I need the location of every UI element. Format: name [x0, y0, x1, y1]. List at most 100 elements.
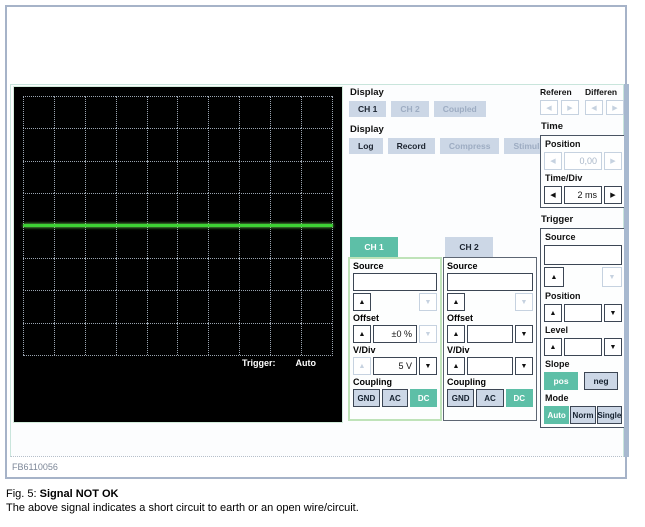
- time-group-label: Time: [541, 121, 564, 132]
- record-button[interactable]: Record: [387, 138, 435, 154]
- down-arrow-icon: ▼: [424, 330, 432, 338]
- scope-trace-flat-line: [23, 224, 333, 227]
- difference-next-button[interactable]: ▶: [606, 100, 624, 115]
- compress-button[interactable]: Compress: [439, 138, 500, 154]
- fig-number: Fig. 5:: [6, 488, 37, 500]
- ch1-vdiv-down-button[interactable]: ▼: [419, 357, 437, 375]
- caption-description: The above signal indicates a short circu…: [6, 502, 359, 514]
- window-scrollbar-edge[interactable]: [624, 84, 629, 457]
- trigger-position-down-button[interactable]: ▼: [604, 304, 622, 322]
- ch1-vdiv-up-button[interactable]: ▲: [353, 357, 371, 375]
- ch1-offset-value[interactable]: ±0 %: [373, 325, 417, 343]
- display-coupled-button[interactable]: Coupled: [433, 101, 486, 117]
- figure-caption: Fig. 5: Signal NOT OK The above signal i…: [6, 487, 359, 515]
- slope-neg-button[interactable]: neg: [584, 372, 618, 390]
- display-ch2-button[interactable]: CH 2: [391, 101, 429, 117]
- ch1-source-up-button[interactable]: ▲: [353, 293, 371, 311]
- left-arrow-icon: ◀: [546, 104, 552, 112]
- ch1-coupling-gnd-button[interactable]: GND: [353, 389, 380, 407]
- trigger-groupbox: Source ▲ ▼ Position ▲ ▼ Level ▲ ▼ Slope …: [540, 228, 626, 428]
- display-controls: Display CH 1 CH 2 Coupled Display Log Re…: [349, 87, 551, 154]
- trigger-position-label: Position: [545, 291, 581, 301]
- ch1-offset-up-button[interactable]: ▲: [353, 325, 371, 343]
- ch2-coupling-gnd-button[interactable]: GND: [447, 389, 475, 407]
- ch2-source-down-button[interactable]: ▼: [515, 293, 533, 311]
- trigger-source-down-button[interactable]: ▼: [602, 267, 622, 287]
- trigger-status-value: Auto: [295, 358, 317, 368]
- ch2-offset-value[interactable]: [467, 325, 513, 343]
- time-div-left-button[interactable]: ◀: [544, 186, 562, 204]
- display-modes-label: Display: [350, 124, 384, 135]
- ch1-offset-down-button[interactable]: ▼: [419, 325, 437, 343]
- right-arrow-icon: ▶: [612, 104, 618, 112]
- up-arrow-icon: ▲: [358, 330, 366, 338]
- ch1-vdiv-label: V/Div: [353, 345, 376, 355]
- ch1-source-input[interactable]: [353, 273, 437, 291]
- trigger-source-up-button[interactable]: ▲: [544, 267, 564, 287]
- ch2-panel-body: Source ▲ ▼ Offset ▲ ▼ V/Div ▲ ▼ Coupling…: [443, 257, 537, 421]
- right-arrow-icon: ▶: [567, 104, 573, 112]
- down-arrow-icon: ▼: [609, 309, 617, 317]
- tab-ch1[interactable]: CH 1: [350, 237, 398, 257]
- time-div-right-button[interactable]: ▶: [604, 186, 622, 204]
- app-window: Trigger: Auto Display CH 1 CH 2 Coupled …: [10, 84, 626, 457]
- slope-pos-button[interactable]: pos: [544, 372, 578, 390]
- mode-auto-button[interactable]: Auto: [544, 406, 570, 424]
- channel-2-panel: CH 2 Source ▲ ▼ Offset ▲ ▼ V/Div ▲ ▼ Cou…: [443, 237, 537, 421]
- time-position-right-button[interactable]: ▶: [604, 152, 622, 170]
- caption-title-line: Fig. 5: Signal NOT OK: [6, 487, 359, 501]
- channel-1-panel: CH 1 Source ▲ ▼ Offset ▲ ±0 % ▼ V/Div ▲ …: [348, 237, 442, 421]
- ch1-source-label: Source: [353, 261, 384, 271]
- ch2-vdiv-up-button[interactable]: ▲: [447, 357, 465, 375]
- up-arrow-icon: ▲: [549, 309, 557, 317]
- ch2-offset-label: Offset: [447, 313, 474, 323]
- ch1-coupling-dc-button[interactable]: DC: [410, 389, 438, 407]
- mode-single-button[interactable]: Single: [596, 406, 622, 424]
- up-arrow-icon: ▲: [358, 362, 366, 370]
- ch2-source-input[interactable]: [447, 273, 533, 291]
- down-arrow-icon: ▼: [608, 273, 616, 281]
- mode-norm-button[interactable]: Norm: [570, 406, 596, 424]
- ch1-vdiv-value[interactable]: 5 V: [373, 357, 417, 375]
- trigger-position-value[interactable]: [564, 304, 602, 322]
- down-arrow-icon: ▼: [520, 330, 528, 338]
- reference-control: Referen ◀ ▶: [540, 87, 581, 115]
- down-arrow-icon: ▼: [424, 298, 432, 306]
- fig-title: Signal NOT OK: [39, 488, 119, 500]
- reference-label: Referen: [540, 87, 572, 97]
- time-position-left-button[interactable]: ◀: [544, 152, 562, 170]
- ch1-source-down-button[interactable]: ▼: [419, 293, 437, 311]
- ch2-offset-up-button[interactable]: ▲: [447, 325, 465, 343]
- trigger-level-down-button[interactable]: ▼: [604, 338, 622, 356]
- trigger-source-input[interactable]: [544, 245, 622, 265]
- difference-prev-button[interactable]: ◀: [585, 100, 603, 115]
- ch2-vdiv-value[interactable]: [467, 357, 513, 375]
- trigger-level-label: Level: [545, 325, 569, 335]
- trigger-position-up-button[interactable]: ▲: [544, 304, 562, 322]
- up-arrow-icon: ▲: [452, 362, 460, 370]
- log-button[interactable]: Log: [349, 138, 383, 154]
- scope-display: Trigger: Auto: [13, 86, 343, 423]
- trigger-level-value[interactable]: [564, 338, 602, 356]
- ch2-vdiv-label: V/Div: [447, 345, 470, 355]
- ch2-coupling-label: Coupling: [447, 377, 486, 387]
- trigger-group-label: Trigger: [541, 214, 574, 225]
- ch2-coupling-dc-button[interactable]: DC: [505, 389, 533, 407]
- ch2-source-up-button[interactable]: ▲: [447, 293, 465, 311]
- ch2-coupling-ac-button[interactable]: AC: [476, 389, 504, 407]
- difference-label: Differen: [585, 87, 618, 97]
- trigger-source-label: Source: [545, 232, 576, 242]
- display-ch1-button[interactable]: CH 1: [349, 101, 387, 117]
- ch2-offset-down-button[interactable]: ▼: [515, 325, 533, 343]
- ch1-coupling-ac-button[interactable]: AC: [381, 389, 409, 407]
- ch1-offset-label: Offset: [353, 313, 380, 323]
- tab-ch2[interactable]: CH 2: [445, 237, 493, 257]
- trigger-level-up-button[interactable]: ▲: [544, 338, 562, 356]
- trigger-status-label: Trigger:: [241, 358, 276, 368]
- ch2-vdiv-down-button[interactable]: ▼: [515, 357, 533, 375]
- reference-next-button[interactable]: ▶: [561, 100, 579, 115]
- time-div-value[interactable]: 2 ms: [564, 186, 602, 204]
- reference-prev-button[interactable]: ◀: [540, 100, 558, 115]
- time-position-value[interactable]: 0,00: [564, 152, 602, 170]
- left-arrow-icon: ◀: [591, 104, 597, 112]
